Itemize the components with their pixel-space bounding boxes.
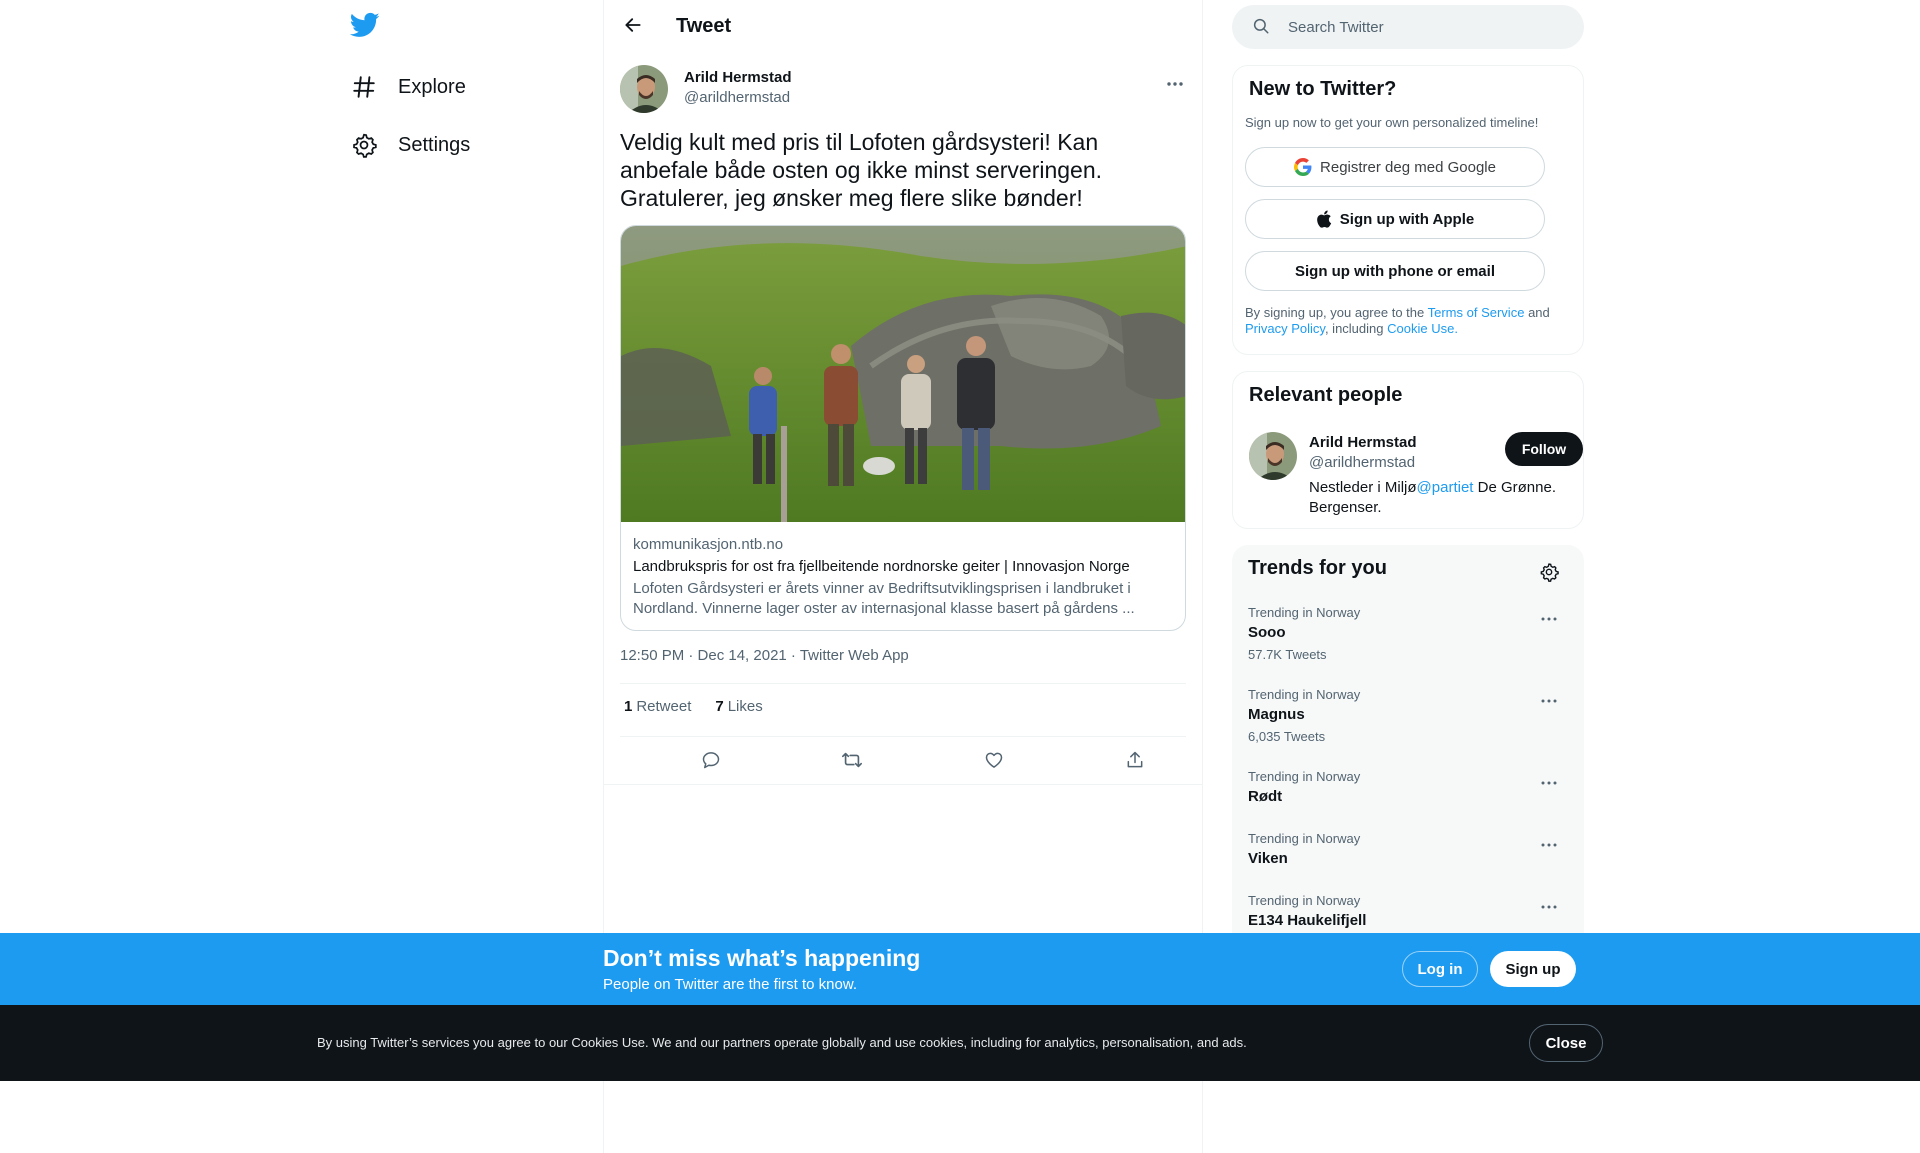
- avatar[interactable]: [620, 65, 668, 113]
- arrow-left-icon: [623, 15, 643, 40]
- legal-prefix: By signing up, you agree to the: [1245, 305, 1425, 320]
- cookie-bar: By using Twitter’s services you agree to…: [0, 1005, 1920, 1081]
- new-to-twitter-panel: New to Twitter? Sign up now to get your …: [1232, 65, 1584, 355]
- header: Tweet: [604, 0, 1202, 53]
- trend-count: 6,035 Tweets: [1248, 729, 1326, 744]
- like-icon[interactable]: [974, 740, 1014, 780]
- more-icon[interactable]: [1534, 833, 1564, 857]
- apple-signup-label: Sign up with Apple: [1339, 210, 1475, 228]
- twitter-bird-icon[interactable]: [349, 10, 382, 42]
- more-icon[interactable]: [1534, 771, 1564, 795]
- apple-icon: [1316, 210, 1332, 228]
- privacy-link[interactable]: Privacy Policy: [1245, 321, 1325, 336]
- tweet-author: Arild Hermstad @arildhermstad: [620, 65, 1190, 115]
- tweet-text: Veldig kult med pris til Lofoten gårdsys…: [620, 129, 1103, 211]
- google-icon: [1294, 158, 1312, 176]
- relevant-people-panel: Relevant people Arild Hermstad @arildher…: [1232, 371, 1584, 529]
- divider: [604, 784, 1202, 785]
- tweet-timestamp[interactable]: 12:50 PM · Dec 14, 2021 · Twitter Web Ap…: [620, 647, 909, 664]
- login-button[interactable]: Log in: [1402, 951, 1478, 987]
- phone-email-signup-button[interactable]: Sign up with phone or email: [1245, 251, 1545, 291]
- google-signup-label: Registrer deg med Google: [1320, 158, 1496, 176]
- card-image: [621, 226, 1185, 522]
- link-card[interactable]: kommunikasjon.ntb.no Landbrukspris for o…: [620, 225, 1186, 631]
- cookie-link[interactable]: Cookie Use.: [1387, 321, 1458, 336]
- card-description: Lofoten Gårdsysteri er årets vinner av B…: [633, 580, 1135, 617]
- reply-icon[interactable]: [691, 740, 731, 780]
- banner-title: Don’t miss what’s happening: [603, 945, 921, 971]
- more-icon[interactable]: [1160, 69, 1190, 99]
- trend-name: Rødt: [1248, 788, 1283, 805]
- signup-button[interactable]: Sign up: [1490, 951, 1576, 987]
- trend-name: Magnus: [1248, 706, 1305, 723]
- legal-including: , including: [1324, 321, 1384, 336]
- page: Explore Settings Tweet Arild Hermstad @a…: [0, 0, 1920, 1153]
- likes-count: 7: [715, 698, 724, 715]
- retweet-icon[interactable]: [832, 740, 872, 780]
- panel-title: New to Twitter?: [1249, 78, 1397, 100]
- person-handle[interactable]: @arildhermstad: [1309, 454, 1415, 471]
- person-bio: Nestleder i Miljø@partiet De Grønne. Ber…: [1309, 478, 1569, 518]
- signup-banner: Don’t miss what’s happening People on Tw…: [0, 933, 1920, 1005]
- close-button[interactable]: Close: [1529, 1024, 1603, 1062]
- author-handle[interactable]: @arildhermstad: [684, 89, 790, 106]
- card-title: Landbrukspris for ost fra fjellbeitende …: [633, 558, 1130, 575]
- nav-explore[interactable]: Explore: [338, 61, 478, 113]
- back-button[interactable]: [616, 10, 650, 44]
- google-signup-button[interactable]: Registrer deg med Google: [1245, 147, 1545, 187]
- likes-stat[interactable]: 7 Likes: [711, 698, 762, 715]
- trend-context: Trending in Norway: [1248, 831, 1361, 846]
- more-icon[interactable]: [1534, 689, 1564, 713]
- person-row[interactable]: Arild Hermstad @arildhermstad Follow Nes…: [1249, 432, 1583, 522]
- panel-title: Trends for you: [1248, 557, 1387, 579]
- retweets-stat[interactable]: 1 Retweet: [620, 698, 691, 715]
- search-icon: [1252, 17, 1270, 40]
- more-icon[interactable]: [1534, 607, 1564, 631]
- divider: [620, 683, 1186, 684]
- legal-and: and: [1528, 305, 1550, 320]
- banner-subtitle: People on Twitter are the first to know.: [603, 976, 858, 993]
- likes-label: Likes: [727, 698, 763, 715]
- cookie-text: By using Twitter’s services you agree to…: [317, 1035, 1247, 1050]
- signup-legal-text: By signing up, you agree to the Terms of…: [1245, 305, 1565, 337]
- divider: [620, 736, 1186, 737]
- retweets-count: 1: [624, 698, 633, 715]
- share-icon[interactable]: [1115, 740, 1155, 780]
- page-title: Tweet: [676, 15, 732, 37]
- avatar[interactable]: [1249, 432, 1297, 480]
- apple-signup-button[interactable]: Sign up with Apple: [1245, 199, 1545, 239]
- nav-settings-label: Settings: [398, 133, 471, 156]
- person-name[interactable]: Arild Hermstad: [1309, 434, 1417, 451]
- panel-title: Relevant people: [1249, 384, 1403, 406]
- panel-subtitle: Sign up now to get your own personalized…: [1245, 115, 1539, 130]
- nav-settings[interactable]: Settings: [338, 119, 482, 171]
- trend-context: Trending in Norway: [1248, 893, 1361, 908]
- author-name[interactable]: Arild Hermstad: [684, 69, 792, 86]
- trend-name: Viken: [1248, 850, 1288, 867]
- trend-context: Trending in Norway: [1248, 769, 1361, 784]
- gear-icon: [350, 131, 378, 159]
- more-icon[interactable]: [1534, 895, 1564, 919]
- card-domain: kommunikasjon.ntb.no: [633, 536, 784, 553]
- trends-panel: Trends for you Trending in Norway Sooo 5…: [1232, 545, 1584, 965]
- terms-link[interactable]: Terms of Service: [1428, 305, 1525, 320]
- search-input[interactable]: [1288, 5, 1568, 49]
- trend-name: Sooo: [1248, 624, 1286, 641]
- nav-explore-label: Explore: [398, 75, 466, 98]
- retweets-label: Retweet: [636, 698, 692, 715]
- trend-context: Trending in Norway: [1248, 687, 1361, 702]
- follow-button[interactable]: Follow: [1505, 432, 1583, 466]
- tweet-actions: [604, 740, 1202, 782]
- search-box[interactable]: [1232, 5, 1584, 49]
- trend-context: Trending in Norway: [1248, 605, 1361, 620]
- phone-signup-label: Sign up with phone or email: [1294, 262, 1495, 280]
- tweet-stats: 1 Retweet 7 Likes: [620, 698, 763, 715]
- gear-icon[interactable]: [1534, 557, 1564, 587]
- hashtag-icon: [350, 73, 378, 101]
- bio-prefix: Nestleder i Miljø: [1309, 479, 1417, 496]
- bio-mention-link[interactable]: @partiet: [1417, 479, 1474, 496]
- trend-count: 57.7K Tweets: [1248, 647, 1327, 662]
- trend-name: E134 Haukelifjell: [1248, 912, 1367, 929]
